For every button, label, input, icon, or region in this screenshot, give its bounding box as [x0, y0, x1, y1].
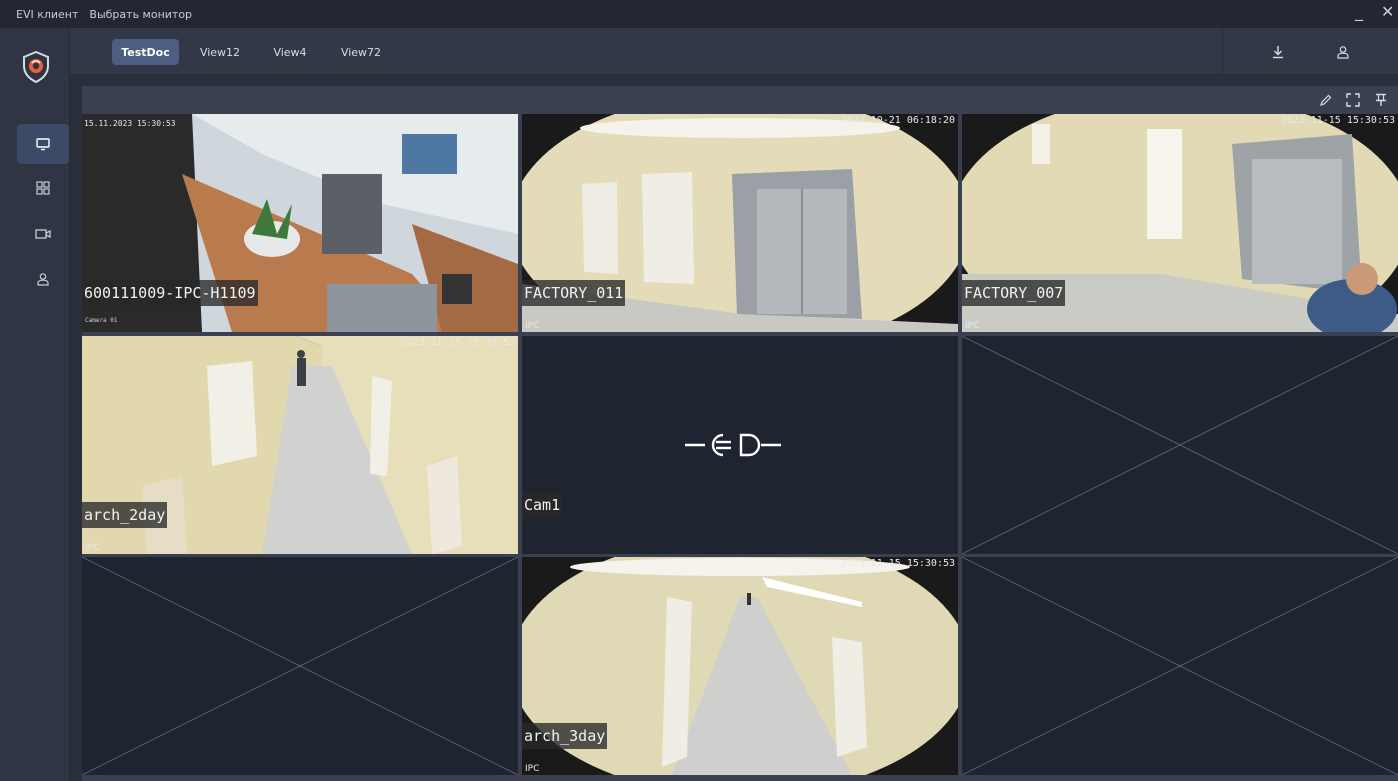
- tab-testdoc[interactable]: TestDoc: [112, 39, 179, 65]
- camera-name-label: 600111009-IPC-H1109: [82, 280, 258, 306]
- sidebar-item-cameras[interactable]: [17, 214, 69, 254]
- tab-view4[interactable]: View4: [265, 39, 315, 65]
- sidebar: [0, 28, 70, 781]
- download-icon: [1273, 46, 1283, 59]
- download-button[interactable]: [1268, 42, 1288, 62]
- empty-slot-placeholder: [962, 336, 1398, 554]
- camera-timestamp: 2023-10-21 06:18:20: [840, 115, 955, 126]
- video-camera-icon: [35, 229, 51, 239]
- account-button[interactable]: [1333, 42, 1353, 62]
- window-titlebar: EVI клиент Выбрать монитор _ ✕: [0, 0, 1398, 28]
- edit-layout-button[interactable]: [1314, 89, 1336, 111]
- camera-name-label: FACTORY_011: [522, 280, 626, 306]
- grid-icon: [36, 181, 50, 195]
- pin-icon: [1376, 93, 1386, 106]
- app-logo: [22, 50, 50, 84]
- disconnected-plug-icon: [685, 433, 781, 457]
- camera-type-label: IPC: [965, 321, 980, 331]
- tab-view72[interactable]: View72: [333, 39, 389, 65]
- tab-view12[interactable]: View12: [193, 39, 247, 65]
- camera-tile[interactable]: 15.11.2023 15:30:53 600111009-IPC-H1109 …: [82, 114, 518, 332]
- empty-slot[interactable]: [962, 557, 1398, 775]
- empty-slot[interactable]: [82, 557, 518, 775]
- camera-tile-disconnected[interactable]: Cam1: [522, 336, 958, 554]
- camera-timestamp: 2023-11-15 15:30:53: [400, 337, 515, 348]
- sidebar-item-monitor[interactable]: [17, 124, 69, 164]
- camera-type-label: IPC: [525, 321, 540, 331]
- camera-timestamp: 2023-11-15 15:30:53: [840, 558, 955, 569]
- empty-slot-placeholder: [962, 557, 1398, 775]
- app-title: EVI клиент: [16, 7, 79, 21]
- camera-grid: 15.11.2023 15:30:53 600111009-IPC-H1109 …: [82, 114, 1398, 775]
- camera-tile[interactable]: 2023-11-15 15:30:53 arch_3day IPC: [522, 557, 958, 775]
- minimize-button[interactable]: _: [1355, 2, 1363, 21]
- camera-type-label: IPC: [85, 543, 100, 553]
- user-icon: [37, 273, 49, 286]
- camera-tile[interactable]: 2023-11-15 15:30:53 arch_2day IPC: [82, 336, 518, 554]
- camera-timestamp: 15.11.2023 15:30:53: [84, 119, 176, 128]
- pencil-icon: [1319, 94, 1331, 106]
- empty-slot[interactable]: [962, 336, 1398, 554]
- camera-name-label: Cam1: [522, 492, 563, 518]
- camera-name-label: arch_3day: [522, 723, 608, 749]
- camera-name-label: FACTORY_007: [962, 280, 1066, 306]
- empty-slot-placeholder: [82, 557, 518, 775]
- panel-toolbar: [1314, 86, 1398, 114]
- camera-name-label: arch_2day: [82, 502, 168, 528]
- camera-tile[interactable]: 2023-11-15 15:30:53 FACTORY_007 IPC: [962, 114, 1398, 332]
- sidebar-item-users[interactable]: [17, 259, 69, 299]
- camera-tile[interactable]: 2023-10-21 06:18:20 FACTORY_011 IPC: [522, 114, 958, 332]
- close-button[interactable]: ✕: [1381, 2, 1394, 21]
- user-icon: [1337, 46, 1349, 59]
- tabbar-divider: [1222, 28, 1223, 75]
- camera-timestamp: 2023-11-15 15:30:53: [1280, 115, 1395, 126]
- pin-button[interactable]: [1370, 89, 1392, 111]
- fullscreen-icon: [1346, 93, 1360, 107]
- sidebar-item-layouts[interactable]: [17, 168, 69, 208]
- view-tabbar: TestDoc View12 View4 View72: [70, 28, 1398, 75]
- camera-type-label: IPC: [525, 764, 540, 774]
- fullscreen-button[interactable]: [1342, 89, 1364, 111]
- camera-subtext: Camera 01: [85, 317, 118, 324]
- monitor-icon: [36, 138, 50, 151]
- select-monitor-menu[interactable]: Выбрать монитор: [89, 8, 192, 21]
